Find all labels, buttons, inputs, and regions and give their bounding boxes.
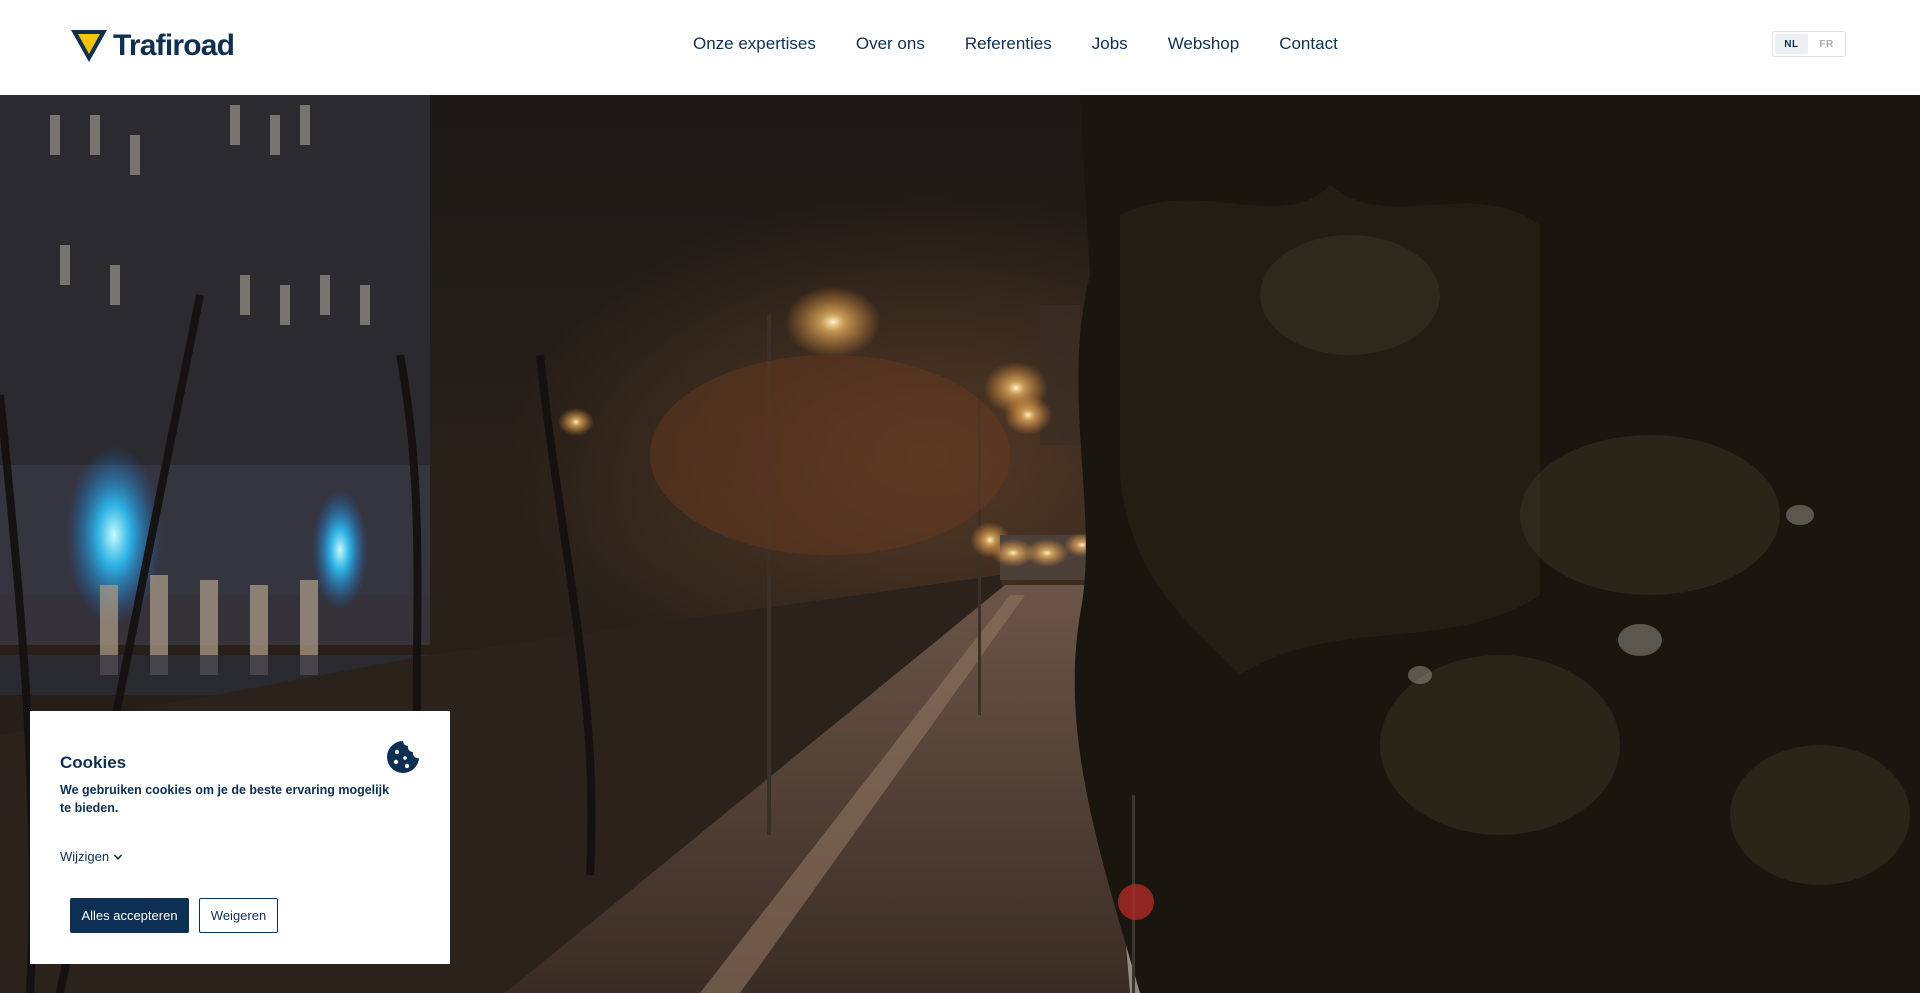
language-option-fr[interactable]: FR [1810, 34, 1843, 54]
cookie-change-toggle[interactable]: Wijzigen [60, 849, 123, 864]
reject-cookies-button[interactable]: Weigeren [199, 898, 278, 933]
logo-mark-icon [71, 30, 107, 62]
cookie-banner-title: Cookies [60, 753, 127, 772]
brand-name: Trafiroad [113, 29, 235, 62]
nav-item-referenties[interactable]: Referenties [965, 31, 1052, 57]
nav-item-webshop[interactable]: Webshop [1168, 31, 1240, 57]
cookie-icon [387, 741, 419, 773]
nav-item-onze-expertises[interactable]: Onze expertises [693, 31, 816, 57]
nav-item-contact[interactable]: Contact [1279, 31, 1338, 57]
cookie-change-label: Wijzigen [60, 849, 110, 864]
chevron-down-icon [114, 853, 123, 860]
main-nav: Onze expertises Over ons Referenties Job… [693, 31, 1338, 57]
accept-all-cookies-button[interactable]: Alles accepteren [70, 898, 189, 933]
cookie-banner: Cookies We gebruiken cookies om je de be… [30, 711, 450, 964]
language-option-nl[interactable]: NL [1775, 34, 1808, 54]
nav-item-over-ons[interactable]: Over ons [856, 31, 925, 57]
cookie-banner-text: We gebruiken cookies om je de beste erva… [60, 783, 390, 815]
language-switcher: NL FR [1772, 31, 1846, 57]
trafiroad-logo[interactable]: Trafiroad [70, 29, 235, 63]
site-header: Trafiroad Onze expertises Over ons Refer… [0, 0, 1920, 95]
nav-item-jobs[interactable]: Jobs [1092, 31, 1128, 57]
